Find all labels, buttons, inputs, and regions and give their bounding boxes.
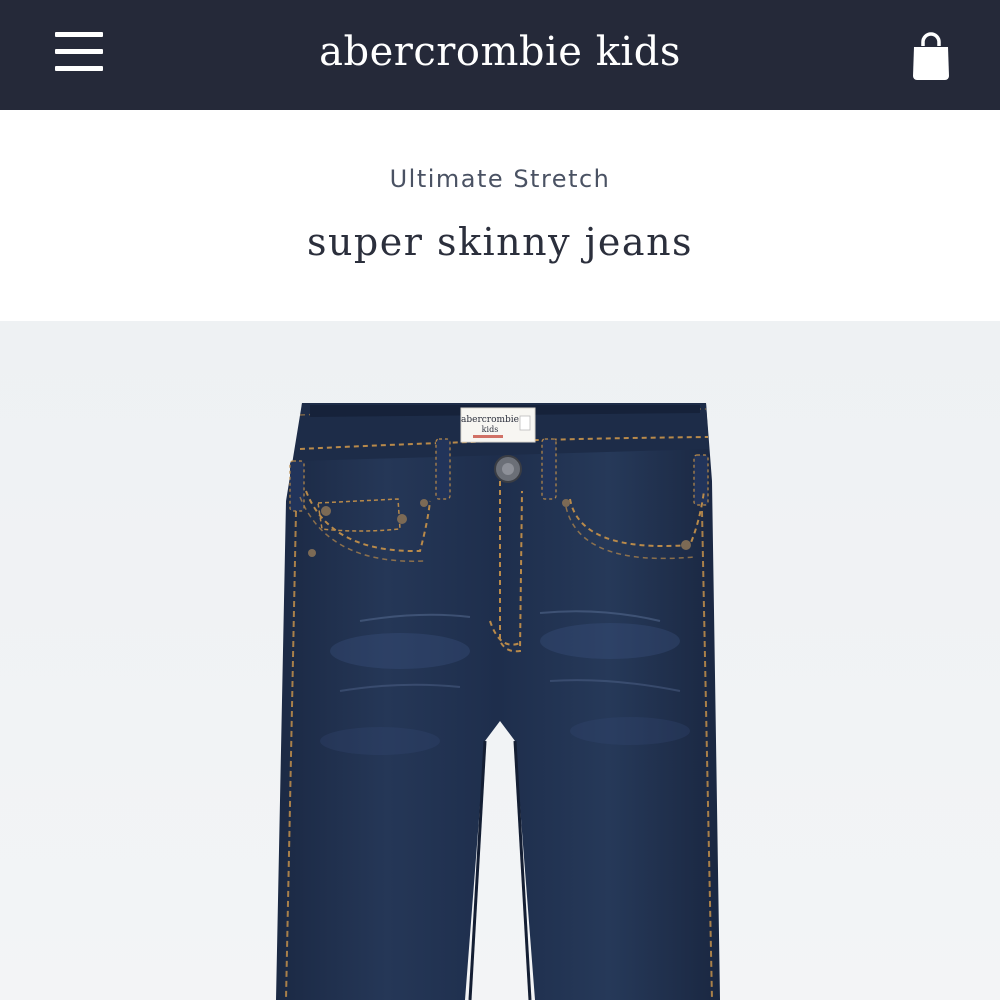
brand-logo[interactable]: abercrombie kids xyxy=(250,24,750,80)
shopping-bag-button[interactable] xyxy=(906,30,956,84)
svg-text:kids: kids xyxy=(482,425,499,434)
product-page: abercrombie kids Ultimate Stretch super … xyxy=(0,0,1000,1000)
jeans-body xyxy=(276,403,720,1000)
menu-button[interactable] xyxy=(48,28,110,76)
product-collection-label: Ultimate Stretch xyxy=(389,165,611,193)
product-photo[interactable]: abercrombie kids xyxy=(0,321,1000,1000)
shopping-bag-icon xyxy=(913,32,949,80)
product-title: super skinny jeans xyxy=(306,220,694,264)
brand-label: abercrombie kids xyxy=(460,407,536,443)
jeans-illustration: abercrombie kids xyxy=(276,403,720,1000)
top-navigation-bar: abercrombie kids xyxy=(0,0,1000,110)
svg-text:abercrombie: abercrombie xyxy=(461,415,519,425)
